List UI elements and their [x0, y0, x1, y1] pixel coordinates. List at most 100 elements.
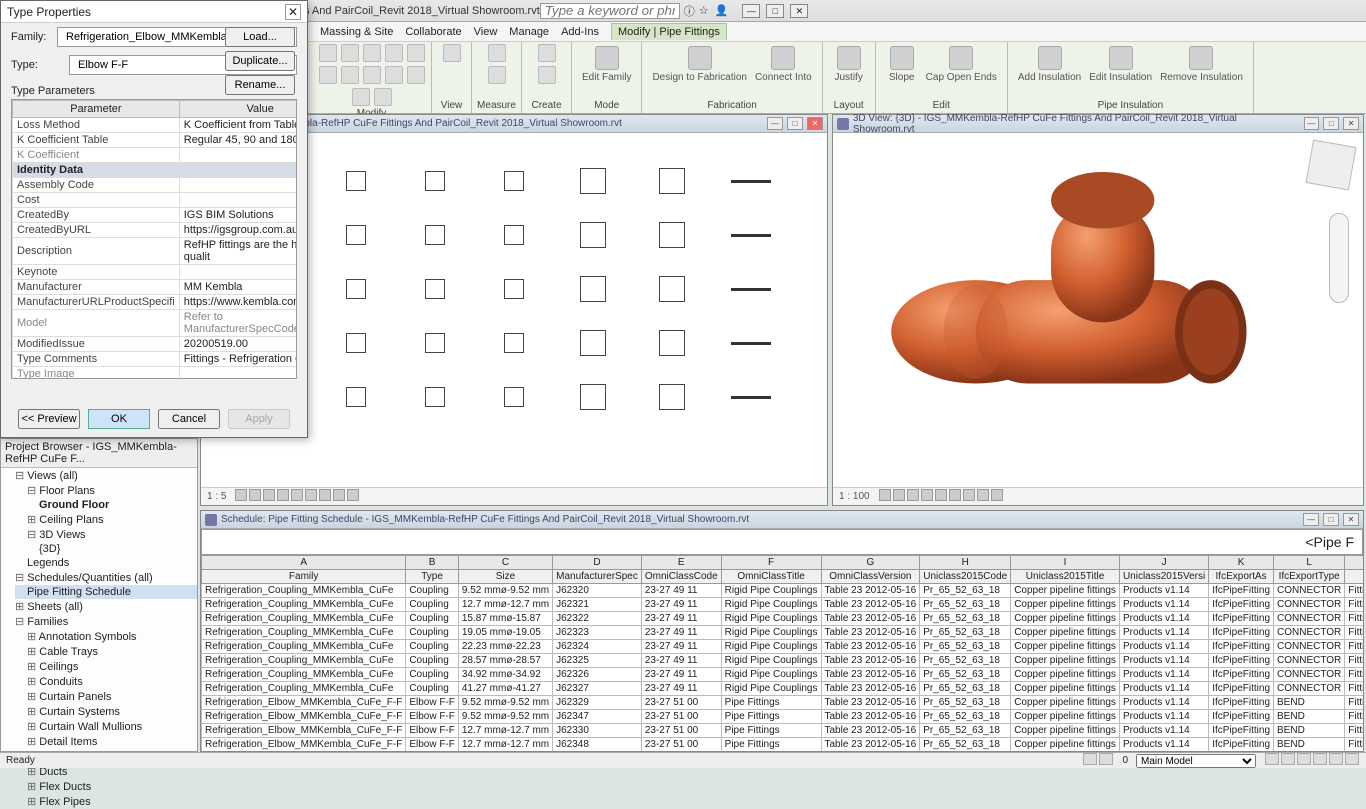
tree-item[interactable]: Annotation Symbols — [15, 629, 197, 644]
search-input[interactable] — [540, 3, 680, 19]
table-row[interactable]: Refrigeration_Coupling_MMKembla_CuFeCoup… — [202, 612, 1364, 626]
view-close-button[interactable]: ✕ — [1343, 513, 1359, 526]
col-parameter[interactable]: Parameter — [13, 101, 180, 118]
component-thumb[interactable] — [716, 217, 787, 253]
tree-item[interactable]: Pipe Fitting Schedule — [15, 585, 197, 599]
table-row[interactable]: Refrigeration_Elbow_MMKembla_CuFe_F-FElb… — [202, 696, 1364, 710]
component-thumb[interactable] — [558, 217, 629, 253]
table-row[interactable]: Refrigeration_Elbow_MMKembla_CuFe_F-FElb… — [202, 710, 1364, 724]
tree-item[interactable]: Ceiling Plans — [15, 512, 197, 527]
table-row[interactable]: Refrigeration_Coupling_MMKembla_CuFeCoup… — [202, 640, 1364, 654]
view-min-button[interactable]: — — [767, 117, 783, 130]
connect-into-button[interactable]: Connect Into — [751, 44, 816, 85]
view-close-button[interactable]: ✕ — [807, 117, 823, 130]
tree-item[interactable]: Detail Items — [15, 734, 197, 749]
component-thumb[interactable] — [637, 163, 708, 199]
component-thumb[interactable] — [320, 271, 391, 307]
tree-item[interactable]: Curtain Wall Mullions — [15, 719, 197, 734]
tree-item[interactable]: Ceilings — [15, 659, 197, 674]
component-thumb[interactable] — [399, 379, 470, 415]
component-thumb[interactable] — [716, 163, 787, 199]
view-controls[interactable] — [234, 489, 360, 504]
dialog-close-button[interactable]: ✕ — [285, 4, 301, 20]
remove-insulation-button[interactable]: Remove Insulation — [1156, 44, 1247, 85]
component-thumb[interactable] — [558, 379, 629, 415]
tab-view[interactable]: View — [474, 26, 498, 38]
component-thumb[interactable] — [399, 271, 470, 307]
table-row[interactable]: Refrigeration_Coupling_MMKembla_CuFeCoup… — [202, 584, 1364, 598]
status-icons[interactable] — [1082, 753, 1114, 768]
tree-item[interactable]: Curtain Systems — [15, 704, 197, 719]
edit-family-button[interactable]: Edit Family — [578, 44, 635, 85]
component-thumb[interactable] — [478, 217, 549, 253]
minimize-button[interactable]: — — [742, 4, 760, 18]
tree-item[interactable]: Flex Pipes — [15, 794, 197, 809]
component-thumb[interactable] — [478, 271, 549, 307]
view-max-button[interactable]: □ — [1323, 117, 1339, 130]
star-icon[interactable]: ☆ — [699, 4, 709, 17]
component-thumb[interactable] — [399, 217, 470, 253]
component-thumb[interactable] — [478, 163, 549, 199]
info-icon[interactable]: ⓘ — [684, 3, 695, 19]
add-insulation-button[interactable]: Add Insulation — [1014, 44, 1085, 85]
3d-view[interactable]: 3D View: {3D} - IGS_MMKembla-RefHP CuFe … — [832, 114, 1364, 506]
tab-massing[interactable]: Massing & Site — [320, 26, 393, 38]
tree-item[interactable]: Views (all) — [15, 468, 197, 483]
component-thumb[interactable] — [716, 379, 787, 415]
status-icons-right[interactable] — [1264, 753, 1360, 768]
justify-button[interactable]: Justify — [829, 44, 869, 85]
view-min-button[interactable]: — — [1303, 513, 1319, 526]
view-close-button[interactable]: ✕ — [1343, 117, 1359, 130]
tab-modify-pipe-fittings[interactable]: Modify | Pipe Fittings — [611, 23, 727, 40]
tree-item[interactable]: Flex Ducts — [15, 779, 197, 794]
component-thumb[interactable] — [320, 379, 391, 415]
col-value[interactable]: Value — [179, 101, 297, 118]
component-thumb[interactable] — [320, 325, 391, 361]
project-browser[interactable]: Project Browser - IGS_MMKembla-RefHP CuF… — [0, 438, 198, 752]
table-row[interactable]: Refrigeration_Coupling_MMKembla_CuFeCoup… — [202, 668, 1364, 682]
component-thumb[interactable] — [399, 163, 470, 199]
component-thumb[interactable] — [320, 217, 391, 253]
component-thumb[interactable] — [478, 379, 549, 415]
component-thumb[interactable] — [637, 217, 708, 253]
component-thumb[interactable] — [399, 325, 470, 361]
tree-item[interactable]: Curtain Panels — [15, 689, 197, 704]
view-max-button[interactable]: □ — [1323, 513, 1339, 526]
table-row[interactable]: Refrigeration_Elbow_MMKembla_CuFe_F-FElb… — [202, 724, 1364, 738]
floor-scale[interactable]: 1 : 5 — [207, 491, 226, 502]
workset-select[interactable]: Main Model — [1136, 754, 1256, 768]
tree-item[interactable]: Families — [15, 614, 197, 629]
tab-collaborate[interactable]: Collaborate — [405, 26, 461, 38]
component-thumb[interactable] — [558, 163, 629, 199]
cancel-button[interactable]: Cancel — [158, 409, 220, 429]
schedule-table[interactable]: ABCDEFGHIJKL FamilyTypeSizeManufacturerS… — [201, 555, 1363, 751]
tab-addins[interactable]: Add-Ins — [561, 26, 599, 38]
view-controls[interactable] — [878, 489, 1004, 504]
component-thumb[interactable] — [637, 379, 708, 415]
ok-button[interactable]: OK — [88, 409, 150, 429]
component-thumb[interactable] — [320, 163, 391, 199]
component-thumb[interactable] — [558, 271, 629, 307]
table-row[interactable]: Refrigeration_Coupling_MMKembla_CuFeCoup… — [202, 626, 1364, 640]
user-icon[interactable]: 👤 — [715, 4, 729, 17]
close-button[interactable]: ✕ — [790, 4, 808, 18]
component-thumb[interactable] — [637, 271, 708, 307]
maximize-button[interactable]: □ — [766, 4, 784, 18]
tab-manage[interactable]: Manage — [509, 26, 549, 38]
table-row[interactable]: Refrigeration_Coupling_MMKembla_CuFeCoup… — [202, 598, 1364, 612]
tree-item[interactable]: Sheets (all) — [15, 599, 197, 614]
load-button[interactable]: Load... — [225, 27, 295, 47]
edit-insulation-button[interactable]: Edit Insulation — [1085, 44, 1156, 85]
tree-item[interactable]: {3D} — [15, 542, 197, 556]
3d-scale[interactable]: 1 : 100 — [839, 491, 870, 502]
component-thumb[interactable] — [478, 325, 549, 361]
cap-open-ends-button[interactable]: Cap Open Ends — [922, 44, 1001, 85]
component-thumb[interactable] — [716, 271, 787, 307]
component-thumb[interactable] — [637, 325, 708, 361]
schedule-view[interactable]: Schedule: Pipe Fitting Schedule - IGS_MM… — [200, 510, 1364, 752]
table-row[interactable]: Refrigeration_Elbow_MMKembla_CuFe_F-FElb… — [202, 738, 1364, 752]
tree-item[interactable]: 3D Views — [15, 527, 197, 542]
tree-item[interactable]: Floor Plans — [15, 483, 197, 498]
preview-button[interactable]: << Preview — [18, 409, 80, 429]
component-thumb[interactable] — [716, 325, 787, 361]
